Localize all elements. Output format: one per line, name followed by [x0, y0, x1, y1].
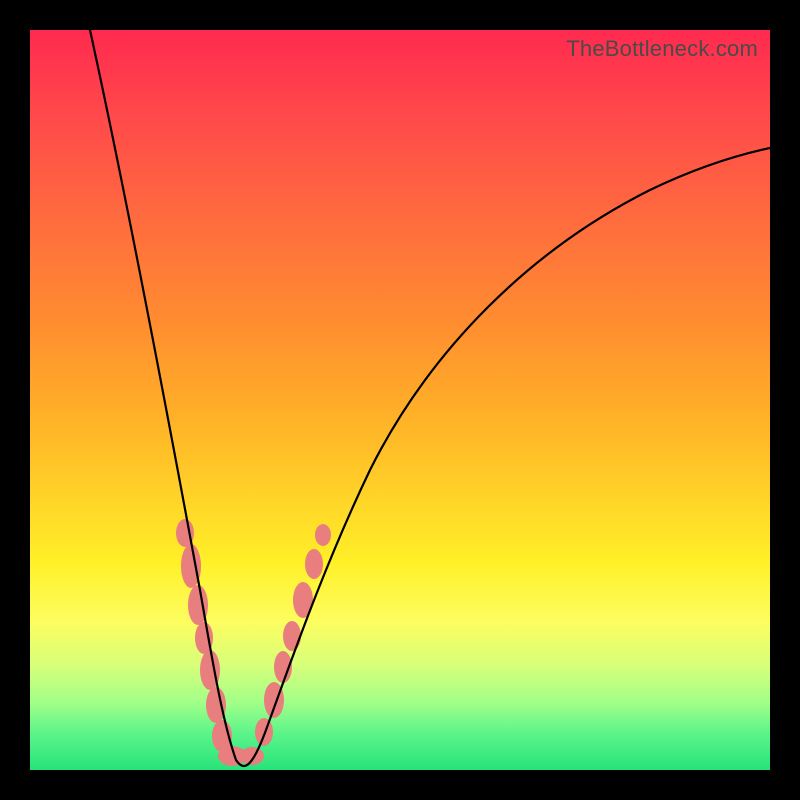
- marker-blob: [283, 621, 301, 651]
- marker-blob: [305, 549, 323, 579]
- bottleneck-curve: [90, 30, 770, 766]
- marker-layer: [176, 519, 331, 766]
- chart-frame: TheBottleneck.com: [30, 30, 770, 770]
- watermark-text: TheBottleneck.com: [566, 36, 758, 62]
- bottleneck-plot: [30, 30, 770, 770]
- marker-blob: [240, 747, 264, 765]
- marker-blob: [255, 718, 273, 746]
- marker-blob: [315, 524, 331, 546]
